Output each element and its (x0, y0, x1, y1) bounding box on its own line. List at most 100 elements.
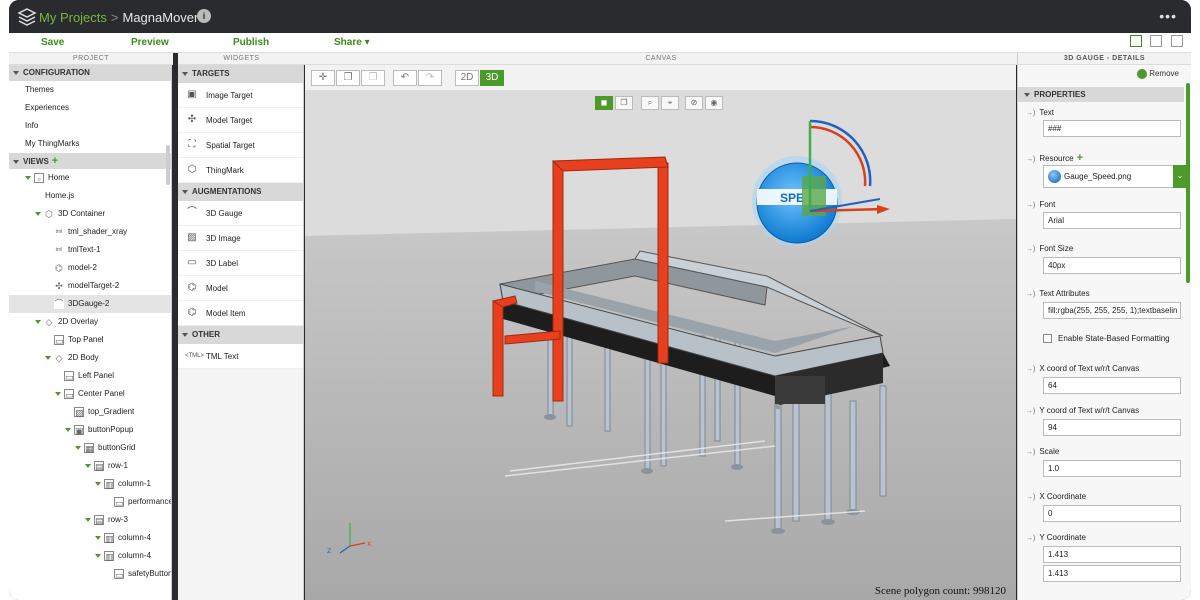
tree-expand-chevron-icon[interactable] (85, 464, 91, 468)
resource-select[interactable]: Gauge_Speed.png ⌄ (1043, 165, 1187, 188)
tree-item[interactable]: ⬡ 3D Container (9, 205, 171, 223)
scale-input[interactable]: 1.0 (1043, 460, 1181, 477)
tree-expand-chevron-icon[interactable] (35, 320, 41, 324)
config-item-experiences[interactable]: Experiences (9, 99, 171, 117)
redo-icon[interactable]: ↷ (418, 70, 442, 86)
layout-bottom-panel-icon[interactable] (1150, 35, 1163, 47)
widget-model[interactable]: ⌬ Model (178, 276, 303, 301)
share-button[interactable]: Share ▾ (334, 37, 370, 48)
binding-arrow-icon[interactable]: →) (1026, 535, 1035, 542)
tree-expand-chevron-icon[interactable] (95, 482, 101, 486)
tree-expand-chevron-icon[interactable] (75, 446, 81, 450)
tree-item[interactable]: ▤ row-1 (9, 457, 171, 475)
x-canvas-input[interactable]: 64 (1043, 377, 1181, 394)
config-item-info[interactable]: Info (9, 117, 171, 135)
config-item-thingmarks[interactable]: My ThingMarks (9, 135, 171, 153)
views-section[interactable]: VIEWS + (9, 153, 171, 169)
chevron-down-icon[interactable]: ⌄ (1173, 165, 1187, 188)
copy-icon[interactable]: ❐ (336, 70, 360, 86)
state-formatting-checkbox[interactable] (1043, 334, 1052, 343)
tree-item[interactable]: tml tml_shader_xray (9, 223, 171, 241)
mode-2d-button[interactable]: 2D (455, 70, 479, 86)
x-coordinate-input[interactable]: 0 (1043, 505, 1181, 522)
tree-item[interactable]: ▭ Left Panel (9, 367, 171, 385)
tree-expand-chevron-icon[interactable] (95, 554, 101, 558)
widget-3d-image[interactable]: ▨ 3D Image (178, 226, 303, 251)
breadcrumb-my-projects[interactable]: My Projects (39, 10, 107, 25)
properties-section[interactable]: PROPERTIES (1018, 87, 1184, 102)
tree-item[interactable]: ▭ performanceB (9, 493, 171, 511)
widget-tml-text[interactable]: <TML> TML Text (178, 344, 303, 369)
app-logo-icon[interactable] (17, 7, 37, 27)
binding-arrow-icon[interactable]: →) (1026, 408, 1035, 415)
z-coordinate-input[interactable]: 1.413 (1043, 565, 1181, 582)
other-section[interactable]: OTHER (178, 326, 303, 344)
text-input[interactable]: ### (1043, 120, 1181, 137)
layout-left-panel-icon[interactable] (1129, 35, 1142, 47)
binding-arrow-icon[interactable]: →) (1026, 110, 1035, 117)
project-scrollbar[interactable] (166, 145, 170, 185)
binding-arrow-icon[interactable]: →) (1026, 366, 1035, 373)
tree-item[interactable]: ▤ row-3 (9, 511, 171, 529)
widget-model-target[interactable]: ✣ Model Target (178, 108, 303, 133)
tree-item[interactable]: ▨ top_Gradient (9, 403, 171, 421)
tree-item[interactable]: ◇ 2D Body (9, 349, 171, 367)
binding-arrow-icon[interactable]: →) (1026, 246, 1035, 253)
widget-3d-label[interactable]: ▭ 3D Label (178, 251, 303, 276)
add-resource-icon[interactable]: + (1077, 152, 1083, 164)
remove-button[interactable]: Remove (1137, 69, 1179, 79)
tree-item[interactable]: ▣ buttonPopup (9, 421, 171, 439)
save-button[interactable]: Save (41, 37, 64, 48)
tree-expand-chevron-icon[interactable] (35, 212, 41, 216)
paste-icon[interactable]: ❐ (361, 70, 385, 86)
tree-item[interactable]: ▦ buttonGrid (9, 439, 171, 457)
y-canvas-input[interactable]: 94 (1043, 419, 1181, 436)
y-coordinate-input[interactable]: 1.413 (1043, 546, 1181, 563)
tree-item[interactable]: Home.js (9, 187, 171, 205)
widget-model-item[interactable]: ⌬ Model Item (178, 301, 303, 326)
tree-expand-chevron-icon[interactable] (65, 428, 71, 432)
view-panels-icon[interactable]: ❐ (615, 96, 633, 110)
show-icon[interactable]: ◉ (705, 96, 723, 110)
widget-3d-gauge[interactable]: ⌒ 3D Gauge (178, 201, 303, 226)
info-icon[interactable]: i (197, 9, 211, 23)
tree-item[interactable]: ▭ Center Panel (9, 385, 171, 403)
layout-right-panel-icon[interactable] (1171, 35, 1183, 47)
undo-icon[interactable]: ↶ (393, 70, 417, 86)
tree-item[interactable]: ▭ Top Panel (9, 331, 171, 349)
tree-item[interactable]: ▥ column-4 (9, 529, 171, 547)
widget-thingmark[interactable]: ⬡ ThingMark (178, 158, 303, 183)
configuration-section[interactable]: CONFIGURATION (9, 65, 171, 81)
preview-button[interactable]: Preview (131, 37, 169, 48)
tree-expand-chevron-icon[interactable] (45, 356, 51, 360)
tree-item[interactable]: ⌬ model-2 (9, 259, 171, 277)
view-cube-icon[interactable]: ◼ (595, 96, 613, 110)
text-attributes-input[interactable]: fill:rgba(255, 255, 255, 1);textbaselin (1043, 302, 1181, 319)
tree-expand-chevron-icon[interactable] (25, 176, 31, 180)
tree-item[interactable]: ✣ modelTarget-2 (9, 277, 171, 295)
binding-arrow-icon[interactable]: →) (1026, 291, 1035, 298)
binding-arrow-icon[interactable]: →) (1026, 156, 1035, 163)
binding-arrow-icon[interactable]: →) (1026, 202, 1035, 209)
hide-icon[interactable]: ⊘ (685, 96, 703, 110)
publish-button[interactable]: Publish (233, 37, 269, 48)
binding-arrow-icon[interactable]: →) (1026, 494, 1035, 501)
tree-expand-chevron-icon[interactable] (95, 536, 101, 540)
widget-spatial-target[interactable]: ⛶ Spatial Target (178, 133, 303, 158)
tree-item[interactable]: ⌒ 3DGauge-2 (9, 295, 171, 313)
tree-expand-chevron-icon[interactable] (55, 392, 61, 396)
zoom-selection-icon[interactable]: ⌖ (661, 96, 679, 110)
tree-item[interactable]: ▭ safetyButton (9, 565, 171, 583)
tree-item[interactable]: ◇ 2D Overlay (9, 313, 171, 331)
tree-item[interactable]: ▥ column-1 (9, 475, 171, 493)
widget-image-target[interactable]: ▣ Image Target (178, 83, 303, 108)
font-input[interactable]: Arial (1043, 212, 1181, 229)
more-options-icon[interactable]: ••• (1159, 8, 1177, 24)
3d-viewport[interactable]: SPE Z X ◼ ❐ ⌕ ⌖ ⊘ ◉ Scene polygon count:… (305, 91, 1016, 600)
3d-scene[interactable]: SPE Z X (305, 91, 1016, 600)
config-item-themes[interactable]: Themes (9, 81, 171, 99)
tree-item[interactable]: tml tmlText-1 (9, 241, 171, 259)
tree-item[interactable]: ▥ column-4 (9, 547, 171, 565)
binding-arrow-icon[interactable]: →) (1026, 449, 1035, 456)
mode-3d-button[interactable]: 3D (480, 70, 504, 86)
